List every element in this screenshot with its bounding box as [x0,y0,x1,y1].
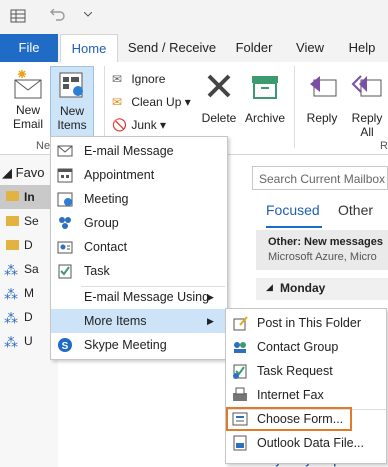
group-label-new: Ne [36,140,51,152]
folder-sent[interactable]: Se [0,209,39,233]
meeting-icon [57,192,73,207]
delete-icon [207,74,231,98]
chevron-down-icon: ◢ [2,165,12,180]
other-notice[interactable]: Other: New messages Microsoft Azure, Mic… [256,230,388,270]
task-request-icon [233,364,247,379]
svg-text:S: S [62,341,69,352]
reply-all-icon [351,75,382,97]
tab-other[interactable]: Other [338,202,373,218]
menu-item-appointment[interactable]: Appointment [51,163,227,187]
submenu-item-internet-fax[interactable]: Internet Fax [226,383,386,407]
chevron-down-icon: ▾ [160,118,167,132]
new-items-icon [59,72,83,98]
menu-item-more-items[interactable]: More Items ▶ [51,309,227,333]
junk-button[interactable]: 🚫 Junk ▾ [112,114,166,136]
folder-icon [6,240,19,250]
quick-access-dropdown-icon[interactable] [84,12,92,18]
menu-item-skype-meeting[interactable]: S Skype Meeting [51,333,227,357]
menu-item-meeting[interactable]: Meeting [51,187,227,211]
group-header-monday[interactable]: ◢ Monday [256,278,388,300]
new-items-label-1: New [59,104,84,118]
archive-icon [252,76,278,99]
ribbon-tabs: File Home Send / Receive Folder View Hel… [0,34,388,64]
tab-folder[interactable]: Folder [228,34,280,62]
group-item-3[interactable]: ⁂ D [0,305,33,329]
menu-item-group[interactable]: Group [51,211,227,235]
menu-item-contact[interactable]: Contact [51,235,227,259]
archive-button[interactable]: Archive [242,66,288,140]
group-icon: ⁂ [4,286,18,302]
submenu-item-contact-group[interactable]: Contact Group [226,335,386,359]
chevron-right-icon: ▶ [207,316,214,326]
tab-home[interactable]: Home [60,34,118,64]
new-email-label-1: New [15,103,40,117]
group-item-4[interactable]: ⁂ U [0,329,33,353]
menu-item-email-message-using[interactable]: E-mail Message Using ▶ [51,285,227,309]
chevron-right-icon: ▶ [207,292,214,302]
data-file-icon [233,435,247,451]
group-icon: ⁂ [4,334,18,350]
new-email-button[interactable]: New Email [6,66,50,140]
tab-send-receive[interactable]: Send / Receive [124,34,220,62]
tab-view[interactable]: View [288,34,332,62]
search-input[interactable]: Search Current Mailbox [252,166,388,190]
menu-item-task[interactable]: Task [51,259,227,283]
undo-icon[interactable] [50,9,66,23]
clean-up-button[interactable]: ✉ Clean Up ▾ [112,91,191,113]
junk-icon: 🚫 [112,118,127,132]
chevron-down-icon: ▾ [184,95,191,109]
contact-icon [57,241,73,254]
email-icon [57,145,73,157]
submenu-item-choose-form[interactable]: Choose Form... [226,407,352,431]
title-bar [0,0,388,34]
ignore-icon: ✉ [112,72,123,86]
post-icon [233,316,248,331]
folder-icon [6,216,19,226]
calendar-icon [57,168,73,183]
group-icon: ⁂ [4,310,18,326]
clean-up-icon: ✉ [112,95,123,109]
tab-help[interactable]: Help [342,34,382,62]
group-item-2[interactable]: ⁂ M [0,281,34,305]
reply-button[interactable]: Reply [300,66,344,140]
new-items-menu: E-mail Message Appointment Meeting Group… [50,136,228,360]
ignore-button[interactable]: ✉ Ignore [112,68,165,90]
folder-icon [6,191,19,201]
collapse-icon: ◢ [266,282,273,292]
contact-group-icon [234,342,246,353]
send-receive-all-icon[interactable] [10,9,26,23]
submenu-item-post-in-this-folder[interactable]: Post in This Folder [226,311,386,335]
submenu-item-task-request[interactable]: Task Request [226,359,386,383]
new-items-button[interactable]: New Items ⌄ [50,66,94,146]
group-item-1[interactable]: ⁂ Sa [0,257,39,281]
favorites-header[interactable]: ◢ Favo [2,161,45,185]
submenu-item-outlook-data-file[interactable]: Outlook Data File... [226,431,386,455]
group-icon [59,217,71,229]
more-items-submenu: Post in This Folder Contact Group Task R… [225,308,387,464]
new-email-label-2: Email [12,117,43,131]
fax-icon [233,387,247,401]
delete-button[interactable]: Delete [198,66,240,140]
group-label-respond: R [380,140,388,152]
tab-focused[interactable]: Focused [266,202,320,218]
tab-file[interactable]: File [0,34,58,62]
folder-drafts[interactable]: D [0,233,33,257]
reply-all-button[interactable]: Reply All [346,66,388,140]
form-icon [232,412,248,426]
task-icon [58,264,72,279]
reply-icon [310,76,337,97]
skype-icon: S [58,338,72,352]
focused-underline [266,226,322,228]
new-email-icon [14,70,42,99]
menu-item-email-message[interactable]: E-mail Message [51,139,227,163]
group-icon: ⁂ [4,262,18,278]
